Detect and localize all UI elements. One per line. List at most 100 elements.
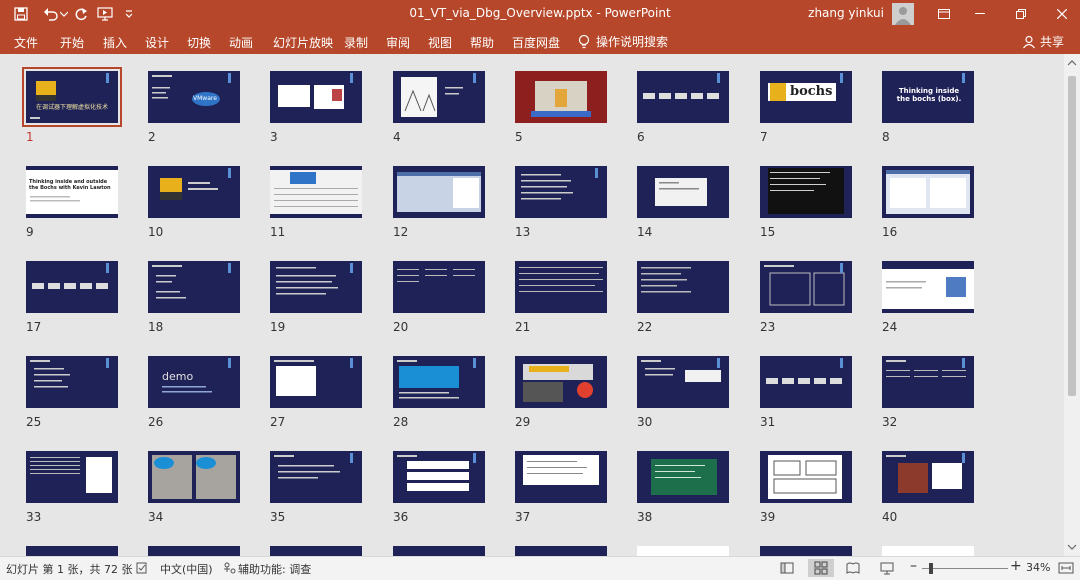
tab-transitions[interactable]: 切换 [187, 34, 211, 51]
slide-thumbnail-29[interactable] [515, 356, 607, 408]
slide-thumbnail-24[interactable] [882, 261, 974, 313]
slide-thumbnail-28[interactable] [393, 356, 485, 408]
slide-thumbnail-18[interactable] [148, 261, 240, 313]
slide-thumbnail-39[interactable] [760, 451, 852, 503]
scroll-up-icon[interactable] [1064, 56, 1080, 70]
zoom-slider-handle[interactable] [929, 563, 933, 574]
accessibility-status[interactable]: 辅助功能: 调查 [238, 561, 311, 577]
slide-thumbnail-27[interactable] [270, 356, 362, 408]
normal-view-icon[interactable] [780, 561, 794, 575]
person-share-icon [1023, 35, 1035, 48]
tab-insert[interactable]: 插入 [103, 34, 127, 51]
spell-check-icon[interactable] [136, 562, 148, 574]
tab-home[interactable]: 开始 [60, 34, 84, 51]
scroll-down-icon[interactable] [1064, 540, 1080, 554]
tell-me-search[interactable]: 操作说明搜索 [578, 33, 668, 50]
reading-view-icon[interactable] [846, 561, 860, 575]
slide-thumbnail-4[interactable] [393, 71, 485, 123]
slide-thumbnail-35[interactable] [270, 451, 362, 503]
slide-thumbnail-34[interactable] [148, 451, 240, 503]
slide-thumbnail-26[interactable]: demo [148, 356, 240, 408]
slide-thumbnail-11[interactable] [270, 166, 362, 218]
slide-thumbnail-16[interactable] [882, 166, 974, 218]
fit-to-window-icon[interactable] [1058, 561, 1074, 575]
slide-thumbnail-31[interactable] [760, 356, 852, 408]
slide-12-content [397, 172, 481, 212]
slide-thumbnail-33[interactable] [26, 451, 118, 503]
tab-record[interactable]: 录制 [344, 34, 368, 51]
slide-thumbnail-14[interactable] [637, 166, 729, 218]
slide-thumbnail-32[interactable] [882, 356, 974, 408]
save-icon[interactable] [10, 4, 32, 24]
scrollbar-thumb[interactable] [1068, 76, 1076, 396]
slide-thumbnail-43[interactable] [270, 546, 362, 556]
zoom-slider[interactable] [922, 568, 1008, 569]
slide-thumbnail-46[interactable] [637, 546, 729, 556]
customize-qat-icon[interactable] [118, 4, 140, 24]
slide-number-38: 38 [637, 510, 653, 524]
share-button[interactable]: 共享 [1022, 33, 1064, 50]
tab-review[interactable]: 审阅 [386, 34, 410, 51]
slide-thumbnail-41[interactable] [26, 546, 118, 556]
slide-sorter-view-button[interactable] [808, 559, 834, 577]
redo-icon[interactable] [70, 4, 92, 24]
zoom-out-icon[interactable]: – [910, 558, 917, 574]
ribbon-display-options-icon[interactable] [926, 0, 962, 28]
zoom-level[interactable]: 34% [1026, 561, 1050, 574]
slide-thumbnail-15[interactable] [760, 166, 852, 218]
slide-thumbnail-10[interactable] [148, 166, 240, 218]
slide-thumbnail-40[interactable] [882, 451, 974, 503]
slide-thumbnail-30[interactable] [637, 356, 729, 408]
undo-dropdown-icon[interactable] [58, 4, 70, 24]
slideshow-view-icon[interactable] [880, 561, 894, 575]
tab-slideshow[interactable]: 幻灯片放映 [273, 34, 333, 51]
slide-thumbnail-21[interactable] [515, 261, 607, 313]
slide-thumbnail-7[interactable]: bochs [760, 71, 852, 123]
vertical-scrollbar[interactable] [1064, 54, 1080, 556]
title-bar: 01_VT_via_Dbg_Overview.pptx - PowerPoint… [0, 0, 1080, 28]
language-status[interactable]: 中文(中国) [160, 561, 213, 577]
slide-thumbnail-3[interactable] [270, 71, 362, 123]
slide-thumbnail-45[interactable] [515, 546, 607, 556]
tab-design[interactable]: 设计 [145, 34, 169, 51]
tab-baidu-netdisk[interactable]: 百度网盘 [512, 34, 560, 51]
start-slideshow-icon[interactable] [94, 4, 116, 24]
slide-thumbnail-1[interactable]: 在调试器下理解虚拟化技术 [22, 67, 122, 127]
slide-thumbnail-36[interactable] [393, 451, 485, 503]
accessibility-icon[interactable] [222, 562, 236, 574]
slide-thumbnail-25[interactable] [26, 356, 118, 408]
slide-thumbnail-8[interactable]: Thinking inside the bochs (box). [882, 71, 974, 123]
minimize-icon[interactable] [962, 0, 998, 28]
slide-thumbnail-20[interactable] [393, 261, 485, 313]
close-icon[interactable] [1044, 0, 1080, 28]
slide-count-status[interactable]: 幻灯片 第 1 张，共 72 张 [6, 561, 132, 577]
slide-thumbnail-38[interactable] [637, 451, 729, 503]
slide-thumbnail-42[interactable] [148, 546, 240, 556]
slide-number-13: 13 [515, 225, 531, 239]
tab-file[interactable]: 文件 [14, 34, 38, 51]
slide-thumbnail-48[interactable] [882, 546, 974, 556]
tab-animations[interactable]: 动画 [229, 34, 253, 51]
slide-thumbnail-22[interactable] [637, 261, 729, 313]
slide-thumbnail-47[interactable] [760, 546, 852, 556]
zoom-in-icon[interactable]: + [1010, 558, 1022, 574]
slide-thumbnail-13[interactable] [515, 166, 607, 218]
tab-help[interactable]: 帮助 [470, 34, 494, 51]
slide-thumbnail-19[interactable] [270, 261, 362, 313]
slide-thumbnail-9[interactable]: Thinking inside and outside the Bochs wi… [26, 166, 118, 218]
slide-thumbnail-2[interactable]: VMware [148, 71, 240, 123]
slide-thumbnail-12[interactable] [393, 166, 485, 218]
slide-thumbnail-37[interactable] [515, 451, 607, 503]
slide-thumbnail-17[interactable] [26, 261, 118, 313]
avatar[interactable] [892, 3, 914, 25]
status-bar: 幻灯片 第 1 张，共 72 张 中文(中国) 辅助功能: 调查 – + 34% [0, 556, 1080, 580]
tab-view[interactable]: 视图 [428, 34, 452, 51]
slide-thumbnail-5[interactable] [515, 71, 607, 123]
slide-thumbnail-23[interactable] [760, 261, 852, 313]
user-name[interactable]: zhang yinkui [808, 6, 884, 20]
slide-number-11: 11 [270, 225, 286, 239]
slide-number-12: 12 [393, 225, 409, 239]
restore-icon[interactable] [1003, 0, 1039, 28]
slide-thumbnail-6[interactable] [637, 71, 729, 123]
slide-thumbnail-44[interactable] [393, 546, 485, 556]
